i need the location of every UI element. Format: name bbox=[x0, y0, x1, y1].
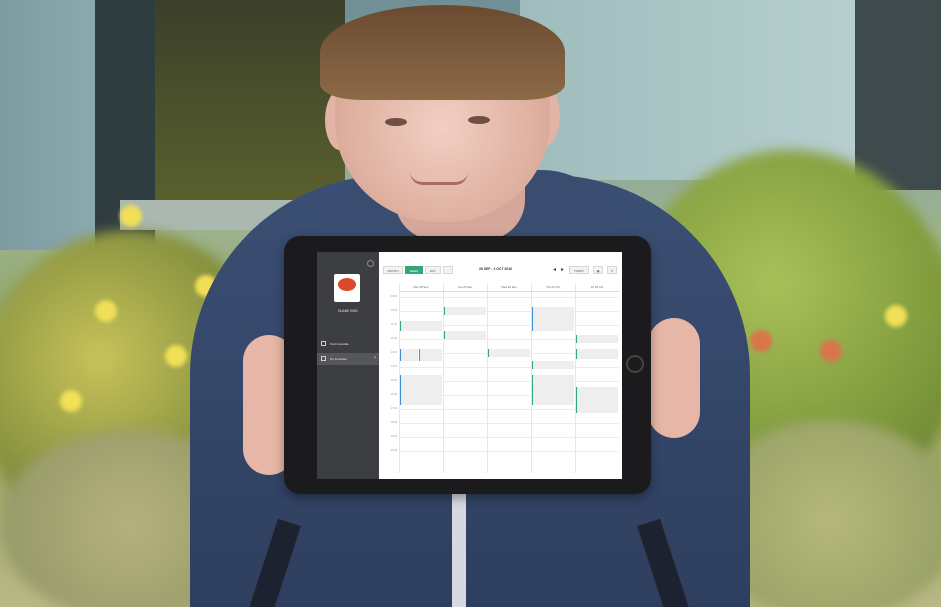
time-label: 10:00 bbox=[390, 309, 397, 312]
chevron-right-icon: › bbox=[374, 355, 376, 361]
building-window bbox=[155, 0, 345, 200]
background-photo: DUANE KING Find timetable My timetable ›… bbox=[0, 0, 941, 607]
right-hand bbox=[648, 318, 700, 438]
time-label: 09:00 bbox=[390, 295, 397, 298]
time-label: 18:00 bbox=[390, 421, 397, 424]
zipper bbox=[452, 480, 466, 607]
logo-mark-icon bbox=[338, 278, 356, 291]
grid-line bbox=[399, 451, 619, 452]
gear-icon[interactable] bbox=[367, 260, 374, 267]
time-label: 13:00 bbox=[390, 351, 397, 354]
home-button[interactable] bbox=[626, 355, 644, 373]
view-week-button[interactable]: WEEK bbox=[405, 266, 423, 274]
day-header: Fri 02 Oct bbox=[575, 283, 619, 292]
yellow-flower bbox=[885, 305, 907, 327]
time-label: 17:00 bbox=[390, 407, 397, 410]
red-flower bbox=[750, 330, 772, 352]
time-label: 15:00 bbox=[390, 379, 397, 382]
app-logo bbox=[334, 274, 360, 302]
calendar-event[interactable] bbox=[532, 375, 574, 405]
grid-line bbox=[399, 437, 619, 438]
week-calendar: Mon 28 Sep Tue 29 Sep Wed 30 Sep Thu 01 … bbox=[383, 283, 619, 473]
calendar-event[interactable] bbox=[400, 321, 442, 331]
calendar-toolbar: MONTH WEEK DAY 28 SEP - 2 OCT 2016 ◂ ▸ T… bbox=[383, 266, 619, 276]
day-header: Wed 30 Sep bbox=[487, 283, 531, 292]
sidebar-item-my-timetable[interactable]: My timetable › bbox=[317, 353, 379, 365]
calendar-event[interactable] bbox=[532, 361, 574, 369]
user-name: DUANE KING bbox=[338, 309, 358, 313]
calendar-event[interactable] bbox=[444, 307, 486, 315]
calendar-event[interactable] bbox=[419, 349, 442, 361]
sidebar-item-label: My timetable bbox=[330, 357, 348, 361]
time-label: 16:00 bbox=[390, 393, 397, 396]
day-header: Mon 28 Sep bbox=[399, 283, 443, 292]
prev-arrow-icon[interactable]: ◂ bbox=[553, 266, 556, 274]
calendar-event[interactable] bbox=[576, 349, 618, 359]
yellow-flower bbox=[165, 345, 187, 367]
tablet-screen: DUANE KING Find timetable My timetable ›… bbox=[317, 252, 622, 479]
sidebar-item-find-timetable[interactable]: Find timetable bbox=[317, 338, 379, 350]
tablet: DUANE KING Find timetable My timetable ›… bbox=[284, 236, 651, 494]
view-day-button[interactable]: DAY bbox=[425, 266, 441, 274]
calendar-event[interactable] bbox=[400, 375, 442, 405]
yellow-flower bbox=[120, 205, 142, 227]
yellow-flower bbox=[95, 300, 117, 322]
extra-view-button[interactable] bbox=[443, 266, 453, 274]
building-frame-right bbox=[855, 0, 941, 190]
calendar-event[interactable] bbox=[400, 349, 418, 361]
smile bbox=[410, 172, 468, 185]
next-arrow-icon[interactable]: ▸ bbox=[561, 266, 564, 274]
red-flower bbox=[820, 340, 842, 362]
sidebar: DUANE KING Find timetable My timetable › bbox=[317, 252, 379, 479]
hair bbox=[320, 5, 565, 100]
edit-icon[interactable]: ✎ bbox=[607, 266, 617, 274]
date-range: 28 SEP - 2 OCT 2016 bbox=[479, 267, 512, 271]
grid-line bbox=[399, 297, 619, 298]
view-month-button[interactable]: MONTH bbox=[383, 266, 403, 274]
time-label: 19:00 bbox=[390, 435, 397, 438]
grid-icon[interactable]: ▦ bbox=[593, 266, 603, 274]
calendar-event[interactable] bbox=[576, 335, 618, 343]
calendar-event[interactable] bbox=[444, 331, 486, 339]
day-header: Tue 29 Sep bbox=[443, 283, 487, 292]
sidebar-item-label: Find timetable bbox=[330, 342, 349, 346]
time-label: 20:00 bbox=[390, 449, 397, 452]
time-label: 11:00 bbox=[390, 323, 397, 326]
eye bbox=[468, 116, 490, 124]
time-label: 14:00 bbox=[390, 365, 397, 368]
today-button[interactable]: TODAY bbox=[569, 266, 589, 274]
eye bbox=[385, 118, 407, 126]
calendar-event[interactable] bbox=[488, 349, 530, 357]
person-icon bbox=[321, 356, 326, 361]
square-icon bbox=[321, 341, 326, 346]
yellow-flower bbox=[60, 390, 82, 412]
calendar-event[interactable] bbox=[532, 307, 574, 331]
day-header: Thu 01 Oct bbox=[531, 283, 575, 292]
grid-line bbox=[399, 367, 619, 368]
calendar-event[interactable] bbox=[576, 387, 618, 413]
time-label: 12:00 bbox=[390, 337, 397, 340]
grid-line bbox=[399, 311, 619, 312]
grid-line bbox=[399, 423, 619, 424]
